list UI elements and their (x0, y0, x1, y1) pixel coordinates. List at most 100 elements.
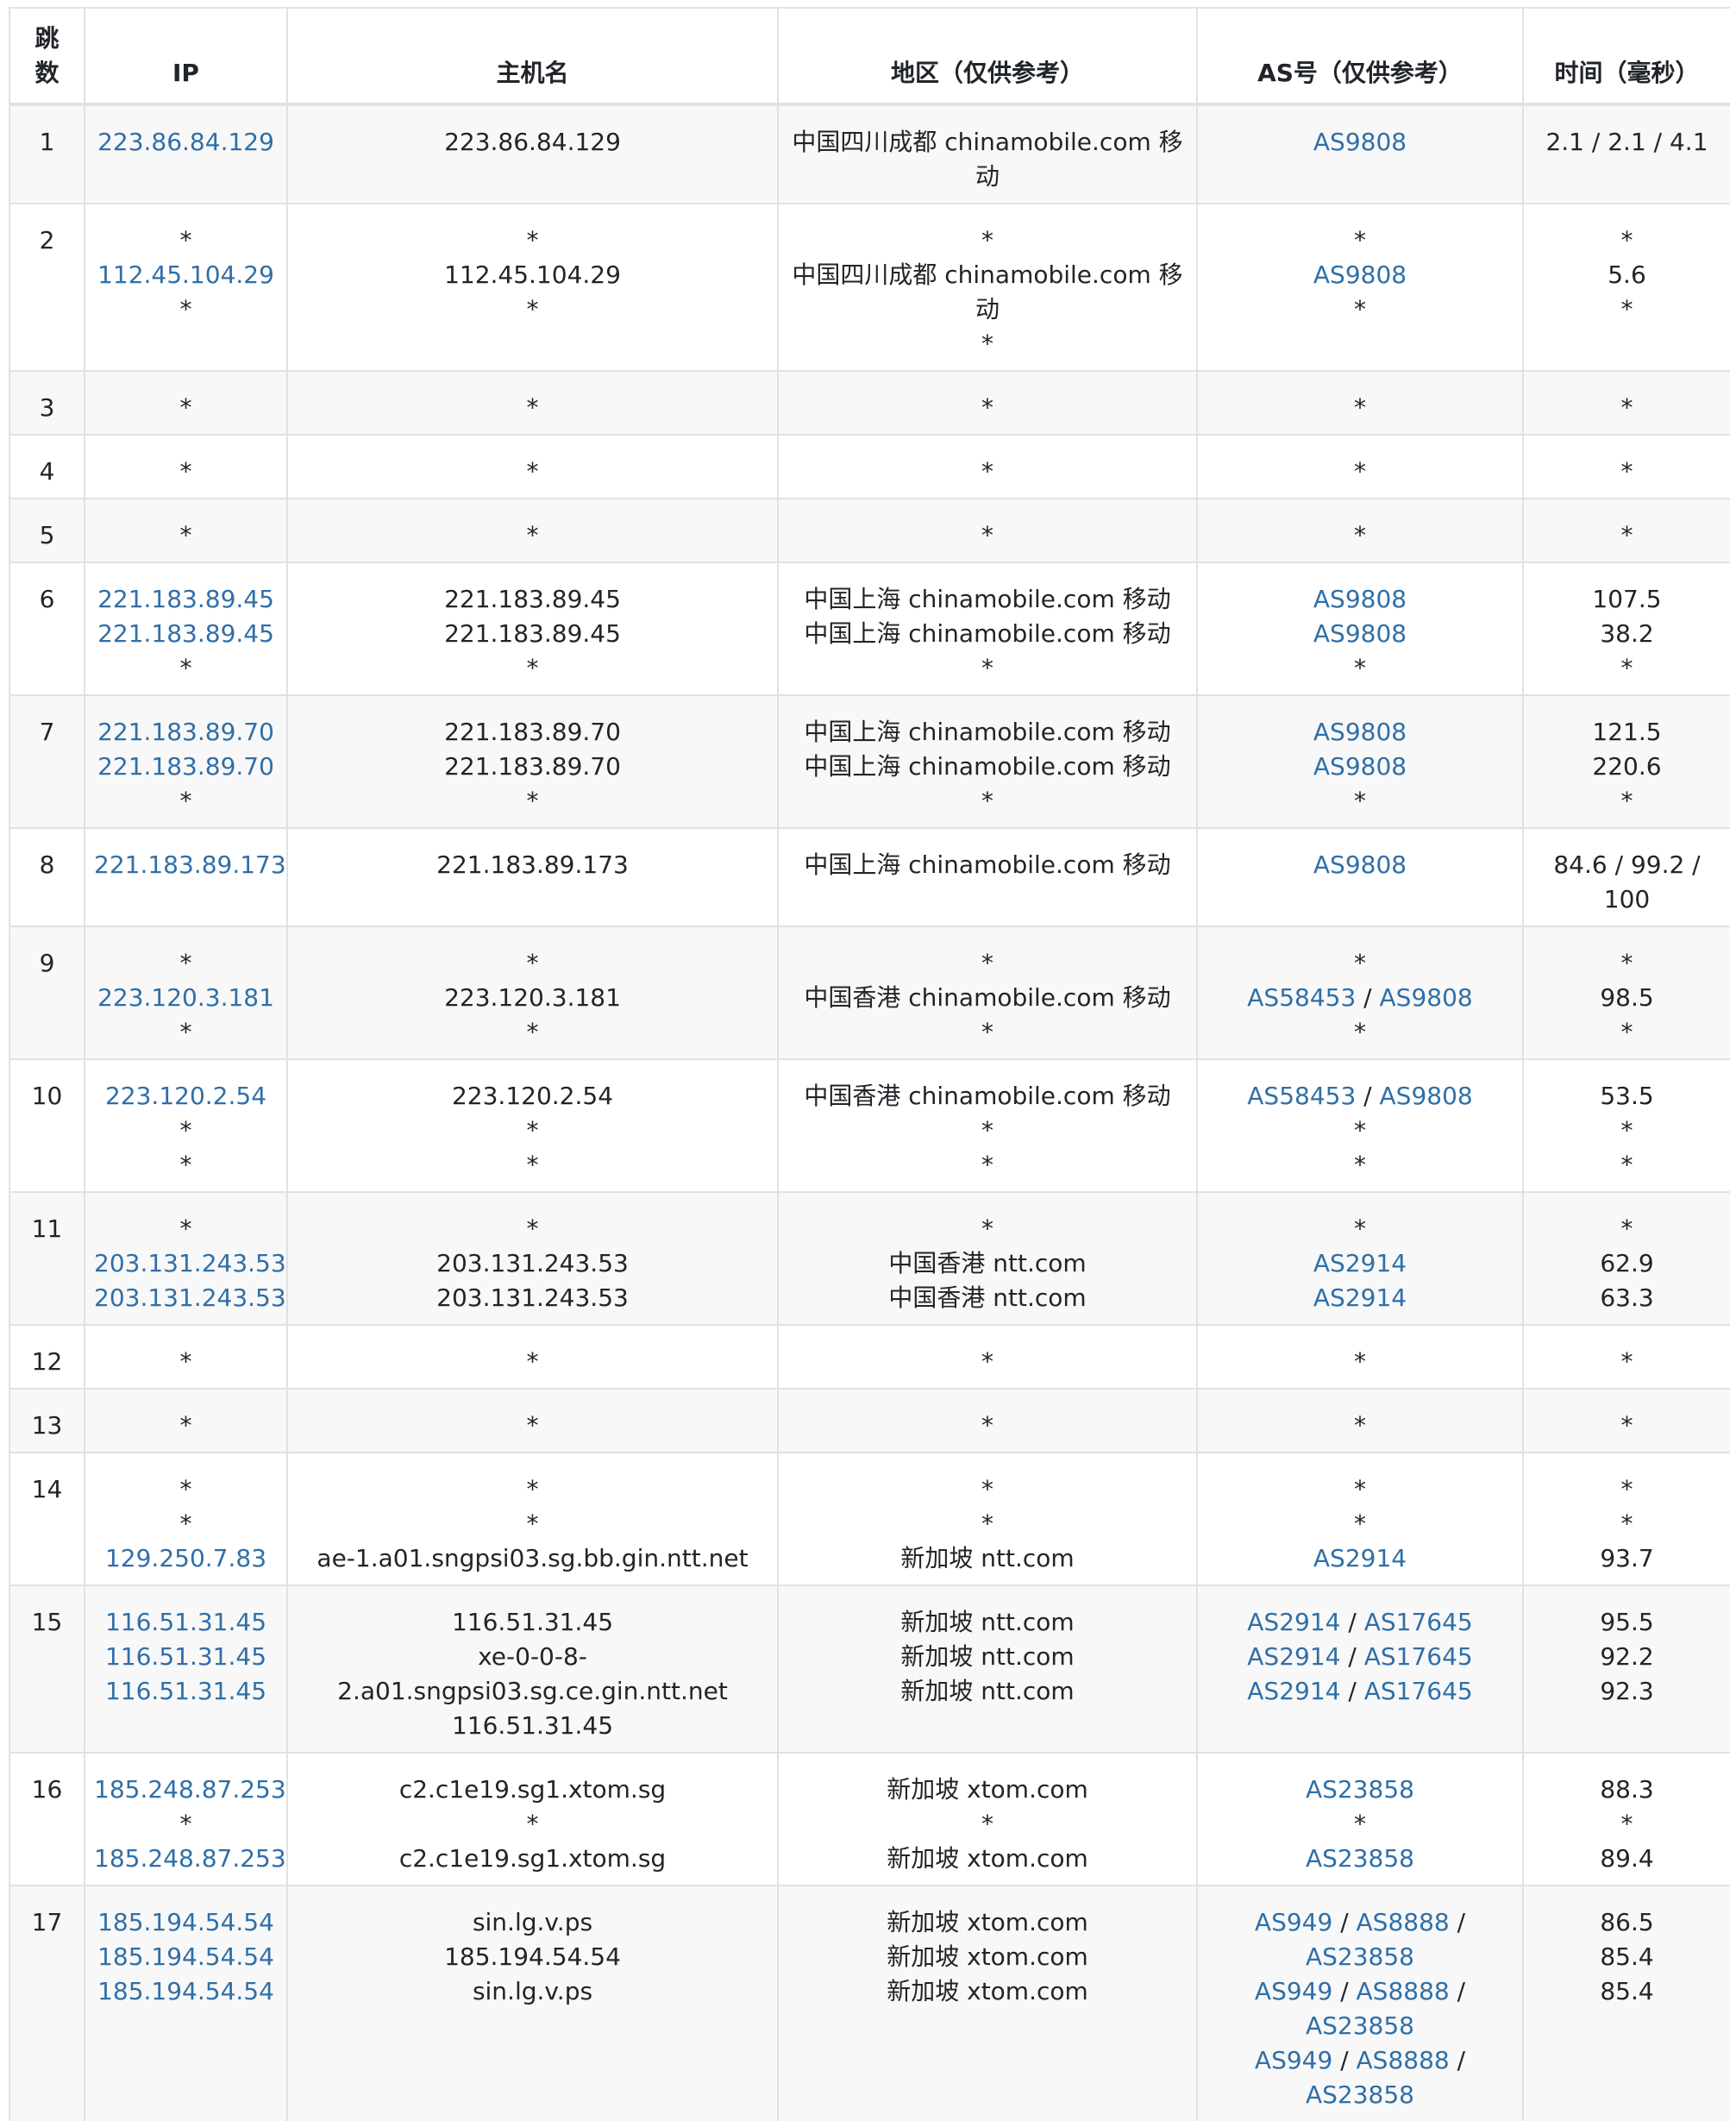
ip-link[interactable]: 203.131.243.53 (94, 1246, 286, 1281)
as-link[interactable]: AS949 (1255, 1908, 1332, 1936)
hostname-value: 221.183.89.70 (444, 718, 621, 746)
ip-link[interactable]: 185.194.54.54 (94, 1974, 278, 2009)
as-link[interactable]: AS9808 (1313, 128, 1407, 156)
region-cell: 新加坡 xtom.com * 新加坡 xtom.com (777, 1752, 1198, 1886)
as-link[interactable]: AS23858 (1306, 1942, 1414, 1971)
as-link[interactable]: AS9808 (1313, 718, 1407, 746)
as-link[interactable]: AS17645 (1364, 1608, 1473, 1636)
ip-link[interactable]: 185.194.54.54 (94, 1905, 278, 1940)
ip-link[interactable]: 221.183.89.45 (94, 582, 278, 617)
as-link[interactable]: AS58453 (1247, 983, 1356, 1012)
ip-link[interactable]: 221.183.89.70 (94, 750, 278, 784)
table-row: 14 * * 129.250.7.83 * * ae-1.a01.sngpsi03.sg.b… (9, 1452, 1730, 1586)
as-link[interactable]: AS9808 (1313, 585, 1407, 613)
time-value: * (1620, 1509, 1633, 1538)
hop-cell: 6 (9, 562, 85, 696)
region-value: * (981, 1151, 993, 1179)
region-value: 中国香港 ntt.com (888, 1283, 1087, 1312)
ip-link[interactable]: 223.86.84.129 (94, 125, 278, 160)
as-link[interactable]: AS8888 (1357, 1908, 1450, 1936)
time-value: 86.5 (1600, 1908, 1654, 1936)
region-value: * (981, 787, 993, 815)
as-separator: / (1449, 2046, 1466, 2074)
as-link[interactable]: AS2914 (1247, 1608, 1340, 1636)
region-value: * (981, 1214, 993, 1243)
as-link[interactable]: AS949 (1255, 2046, 1332, 2074)
hostname-value: sin.lg.v.ps (472, 1908, 593, 1936)
ip-link[interactable]: 223.120.3.181 (94, 981, 278, 1015)
as-line: AS58453 / AS9808 (1206, 981, 1514, 1015)
as-link[interactable]: AS23858 (1306, 1844, 1414, 1873)
as-placeholder: * (1354, 787, 1366, 815)
region-value: 新加坡 xtom.com (887, 1775, 1088, 1804)
hop-cell: 15 (9, 1584, 85, 1754)
as-link[interactable]: AS9808 (1380, 1082, 1473, 1110)
as-line: AS23858 (1206, 1773, 1514, 1807)
region-value: 中国上海 chinamobile.com 移动 (804, 850, 1171, 879)
as-link[interactable]: AS9808 (1380, 983, 1473, 1012)
ip-link[interactable]: 116.51.31.45 (94, 1605, 278, 1640)
table-header: 跳 数 IP 主机名 地区（仅供参考） AS号（仅供参考） 时间（毫秒） (9, 7, 1730, 106)
as-link[interactable]: AS9808 (1313, 260, 1407, 289)
time-value: 220.6 (1592, 752, 1662, 781)
hostname-value: * (526, 949, 539, 977)
time-cell: * (1522, 370, 1730, 436)
ip-link[interactable]: 223.120.2.54 (94, 1079, 278, 1114)
ip-link[interactable]: 185.194.54.54 (94, 1940, 278, 1974)
as-link[interactable]: AS17645 (1364, 1642, 1473, 1671)
as-link[interactable]: AS949 (1255, 1977, 1332, 2005)
as-link[interactable]: AS2914 (1313, 1249, 1407, 1277)
hostname-cell: * (286, 498, 779, 563)
hop-cell: 4 (9, 434, 85, 499)
ip-link[interactable]: 221.183.89.173 (94, 848, 286, 882)
region-value: * (981, 457, 993, 486)
ip-link[interactable]: 185.248.87.253 (94, 1842, 286, 1876)
as-link[interactable]: AS2914 (1247, 1642, 1340, 1671)
hostname-cell: 221.183.89.173 (286, 827, 779, 927)
ip-link[interactable]: 116.51.31.45 (94, 1640, 278, 1674)
as-cell: AS9808 (1196, 104, 1524, 204)
as-link[interactable]: AS23858 (1306, 2011, 1414, 2040)
as-link[interactable]: AS2914 (1313, 1544, 1407, 1572)
as-link[interactable]: AS17645 (1364, 1677, 1473, 1705)
hostname-value: sin.lg.v.ps (472, 1977, 593, 2005)
time-value: 121.5 (1592, 718, 1662, 746)
as-link[interactable]: AS58453 (1247, 1082, 1356, 1110)
ip-link[interactable]: 129.250.7.83 (94, 1541, 278, 1576)
region-value: * (981, 329, 993, 358)
ip-link[interactable]: 221.183.89.45 (94, 617, 278, 651)
as-link[interactable]: AS2914 (1313, 1283, 1407, 1312)
table-row: 11 * 203.131.243.53 203.131.243.53 * 203.131.… (9, 1191, 1730, 1326)
as-link[interactable]: AS9808 (1313, 619, 1407, 648)
region-value: 新加坡 xtom.com (887, 1977, 1088, 2005)
ip-link[interactable]: 221.183.89.70 (94, 715, 278, 750)
as-link[interactable]: AS2914 (1247, 1677, 1340, 1705)
as-link[interactable]: AS8888 (1357, 2046, 1450, 2074)
hostname-value: * (526, 1151, 539, 1179)
as-line: AS2914 / AS17645 (1206, 1674, 1514, 1709)
ip-cell: * (84, 370, 288, 436)
as-link[interactable]: AS8888 (1357, 1977, 1450, 2005)
as-placeholder: * (1354, 1116, 1366, 1145)
time-value: * (1620, 1214, 1633, 1243)
as-placeholder: * (1354, 1151, 1366, 1179)
column-header-as-number: AS号（仅供参考） (1196, 7, 1524, 106)
hop-cell: 11 (9, 1191, 85, 1326)
ip-link[interactable]: 185.248.87.253 (94, 1773, 286, 1807)
as-link[interactable]: AS9808 (1313, 850, 1407, 879)
time-cell: * (1522, 434, 1730, 499)
region-value: 新加坡 ntt.com (900, 1677, 1075, 1705)
as-link[interactable]: AS23858 (1306, 2080, 1414, 2109)
ip-link[interactable]: 203.131.243.53 (94, 1281, 286, 1315)
region-value: 新加坡 ntt.com (900, 1544, 1075, 1572)
region-value: 中国香港 ntt.com (888, 1249, 1087, 1277)
ip-link[interactable]: 112.45.104.29 (94, 258, 278, 292)
time-cell: * * 93.7 (1522, 1452, 1730, 1586)
hostname-cell: 221.183.89.45 221.183.89.45 * (286, 562, 779, 696)
hostname-cell: * (286, 370, 779, 436)
ip-link[interactable]: 116.51.31.45 (94, 1674, 278, 1709)
hostname-value: * (526, 457, 539, 486)
as-link[interactable]: AS23858 (1306, 1775, 1414, 1804)
as-line: AS2914 (1206, 1541, 1514, 1576)
as-link[interactable]: AS9808 (1313, 752, 1407, 781)
